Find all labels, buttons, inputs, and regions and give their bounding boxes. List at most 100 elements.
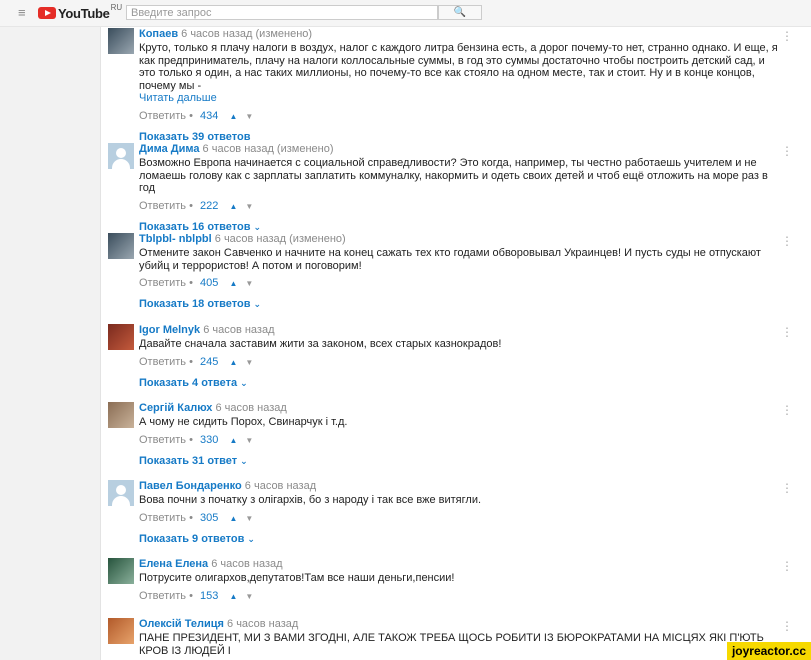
more-options-icon[interactable]: ⋮	[781, 145, 793, 157]
top-bar: ≡ YouTube RU Введите запрос 🔍	[0, 0, 811, 27]
thumbs-up-icon[interactable]: ▲	[229, 590, 237, 603]
logo-region: RU	[110, 3, 123, 12]
comment-author[interactable]: Копаев	[139, 28, 178, 40]
comment-text: Потрусите олигархов,депутатов!Там все на…	[139, 572, 455, 584]
like-count: 305	[200, 511, 219, 524]
comment-time: 6 часов назад	[211, 558, 283, 570]
more-options-icon[interactable]: ⋮	[781, 326, 793, 338]
thumbs-up-icon[interactable]: ▲	[229, 200, 237, 213]
comment-author[interactable]: Олексій Телиця	[139, 618, 224, 630]
like-count: 153	[200, 589, 219, 602]
avatar[interactable]	[108, 233, 134, 259]
more-options-icon[interactable]: ⋮	[781, 30, 793, 42]
show-replies-button[interactable]: Показать 31 ответ ⌄	[139, 455, 779, 468]
avatar[interactable]	[108, 558, 134, 584]
default-avatar-body-icon	[112, 159, 130, 169]
comment-actions: Ответить • 434 ▲ ▼	[139, 110, 779, 123]
more-options-icon[interactable]: ⋮	[781, 560, 793, 572]
more-options-icon[interactable]: ⋮	[781, 482, 793, 494]
replies-label: Показать 31 ответ	[139, 454, 238, 467]
thumbs-up-icon[interactable]: ▲	[229, 110, 237, 123]
comment-time: 6 часов назад	[227, 618, 299, 630]
thumbs-up-icon[interactable]: ▲	[229, 277, 237, 290]
thumbs-down-icon[interactable]: ▼	[245, 512, 253, 525]
thumbs-down-icon[interactable]: ▼	[245, 590, 253, 603]
comment-time: 6 часов назад (изменено)	[181, 28, 313, 40]
reply-button[interactable]: Ответить	[139, 110, 186, 122]
comment-text: ПАНЕ ПРЕЗИДЕНТ, МИ З ВАМИ ЗГОДНІ, АЛЕ ТА…	[139, 632, 764, 657]
show-replies-button[interactable]: Показать 4 ответа ⌄	[139, 377, 779, 390]
reply-button[interactable]: Ответить	[139, 590, 186, 602]
comment-author[interactable]: Сергій Калюх	[139, 402, 212, 414]
bullet: •	[189, 355, 193, 368]
more-options-icon[interactable]: ⋮	[781, 404, 793, 416]
thumbs-down-icon[interactable]: ▼	[245, 356, 253, 369]
comment-author[interactable]: Елена Елена	[139, 558, 208, 570]
left-gutter	[0, 27, 100, 660]
comment-time: 6 часов назад	[244, 480, 317, 492]
search-button[interactable]: 🔍	[438, 5, 482, 20]
avatar[interactable]	[108, 28, 134, 54]
thumbs-up-icon[interactable]: ▲	[229, 512, 237, 525]
default-avatar-head-icon	[116, 148, 126, 158]
search-input[interactable]: Введите запрос	[126, 5, 438, 20]
default-avatar-head-icon	[116, 485, 126, 495]
youtube-logo[interactable]: YouTube RU	[38, 3, 123, 21]
bullet: •	[189, 589, 193, 602]
watermark: joyreactor.cc	[726, 642, 811, 660]
show-replies-button[interactable]: Показать 9 ответов ⌄	[139, 533, 779, 546]
thumbs-down-icon[interactable]: ▼	[245, 277, 253, 290]
chevron-down-icon: ⌄	[253, 299, 262, 309]
bullet: •	[189, 110, 193, 122]
comment-author[interactable]: Павел Бондаренко	[139, 480, 242, 492]
reply-button[interactable]: Ответить	[139, 200, 186, 212]
more-options-icon[interactable]: ⋮	[781, 235, 793, 247]
comment-time: 6 часов назад	[203, 324, 275, 336]
divider	[100, 27, 101, 660]
reply-button[interactable]: Ответить	[139, 434, 186, 446]
chevron-down-icon: ⌄	[240, 455, 248, 466]
comment-actions: Ответить • 222 ▲ ▼	[139, 200, 779, 213]
comment-text: Отмените закон Савченко и начните на кон…	[139, 247, 761, 272]
replies-label: Показать 18 ответов	[139, 298, 251, 310]
search-icon: 🔍	[453, 7, 467, 18]
read-more-link[interactable]: Читать дальше	[139, 92, 779, 105]
comment-author[interactable]: Igor Melnyk	[139, 324, 200, 336]
menu-icon[interactable]: ≡	[18, 5, 26, 20]
comment-author[interactable]: Дима Дима	[139, 143, 199, 155]
reply-button[interactable]: Ответить	[139, 512, 186, 524]
reply-button[interactable]: Ответить	[139, 356, 186, 368]
avatar[interactable]	[108, 618, 134, 644]
like-count: 434	[200, 110, 219, 122]
thumbs-down-icon[interactable]: ▼	[245, 110, 253, 123]
comment-time: 6 часов назад (изменено)	[202, 143, 334, 155]
comment-text: Вова почни з початку з олігархів, бо з н…	[139, 494, 482, 506]
chevron-down-icon: ⌄	[253, 221, 262, 232]
comment-actions: Ответить • 153 ▲ ▼	[139, 590, 779, 603]
like-count: 405	[200, 277, 219, 289]
comment-actions: Ответить • 245 ▲ ▼	[139, 356, 779, 369]
show-replies-button[interactable]: Показать 18 ответов ⌄	[139, 298, 779, 311]
avatar[interactable]	[108, 324, 134, 350]
avatar[interactable]	[108, 402, 134, 428]
comment-actions: Ответить • 305 ▲ ▼	[139, 512, 779, 525]
thumbs-down-icon[interactable]: ▼	[245, 200, 253, 213]
play-logo-icon	[38, 7, 56, 19]
thumbs-down-icon[interactable]: ▼	[245, 434, 253, 447]
comment-author[interactable]: Tblpbl- nblpbl	[139, 233, 212, 245]
replies-label: Показать 4 ответа	[139, 376, 238, 389]
like-count: 222	[200, 199, 219, 212]
thumbs-up-icon[interactable]: ▲	[229, 434, 237, 447]
bullet: •	[189, 433, 193, 446]
chevron-down-icon: ⌄	[247, 533, 255, 544]
more-options-icon[interactable]: ⋮	[781, 620, 793, 632]
bullet: •	[189, 277, 193, 289]
comment-actions: Ответить • 330 ▲ ▼	[139, 434, 779, 447]
show-replies-button[interactable]: Показать 16 ответов ⌄	[139, 221, 779, 234]
avatar[interactable]	[108, 480, 134, 506]
comment-time: 6 часов назад	[215, 402, 287, 414]
comment-text: Давайте сначала заставим жити за законом…	[139, 338, 502, 350]
avatar[interactable]	[108, 143, 134, 169]
reply-button[interactable]: Ответить	[139, 277, 186, 289]
thumbs-up-icon[interactable]: ▲	[229, 356, 237, 369]
